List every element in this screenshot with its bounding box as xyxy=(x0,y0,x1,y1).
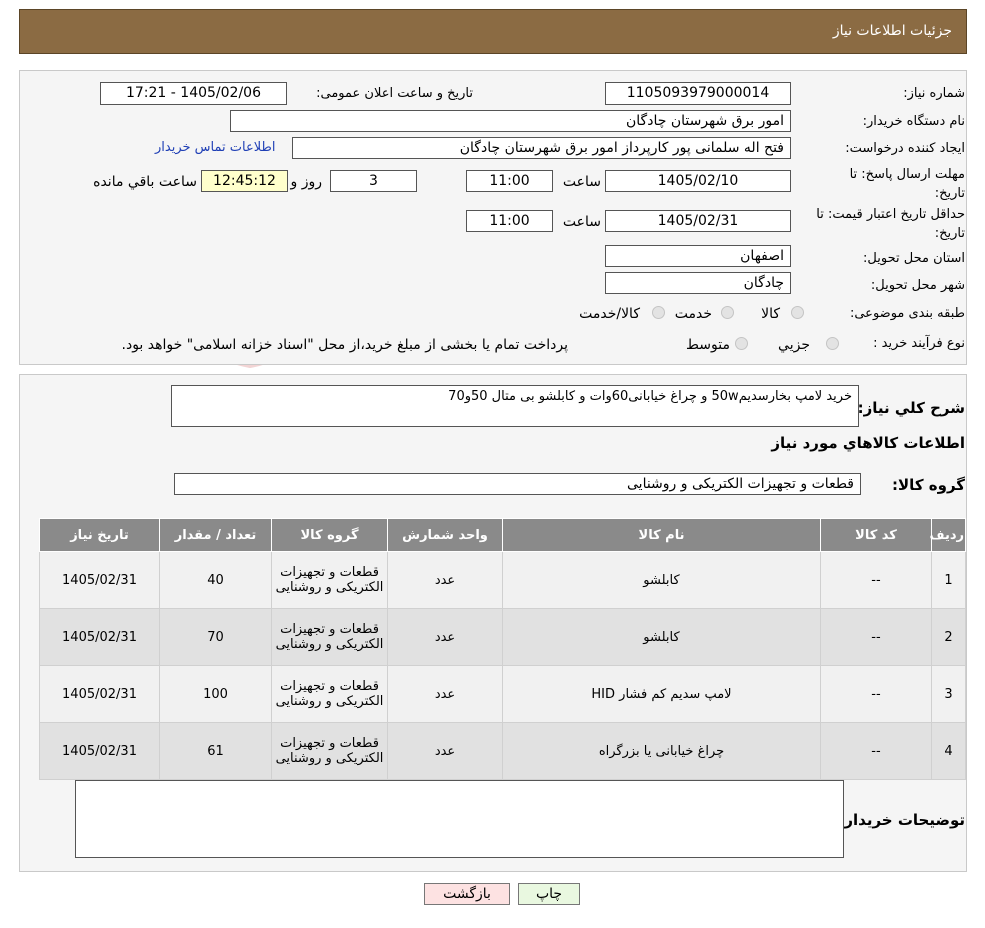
col-item-code: کد کالا xyxy=(820,518,932,552)
cell-need-date: 1405/02/31 xyxy=(39,551,160,609)
process-note: پرداخت تمام یا بخشی از مبلغ خرید،از محل … xyxy=(121,337,568,353)
province-label: استان محل تحویل: xyxy=(863,251,965,266)
validity-date-field: 1405/02/31 xyxy=(605,210,791,232)
table-row: 1 -- کابلشو عدد قطعات و تجهیزات الکتریکی… xyxy=(39,551,966,609)
announce-field: 1405/02/06 - 17:21 xyxy=(100,82,287,105)
cell-row-number: 2 xyxy=(931,608,966,666)
days-field: 3 xyxy=(330,170,417,192)
goods-section-title: اطلاعات کالاهاي مورد نياز xyxy=(771,434,965,452)
validity-label: حداقل تاریخ اعتبار قیمت: تا تاریخ: xyxy=(816,207,965,241)
category-option-goods: کالا xyxy=(761,306,780,322)
cell-row-number: 1 xyxy=(931,551,966,609)
buyer-notes-field[interactable] xyxy=(75,780,844,858)
description-field[interactable]: خرید لامپ بخارسدیم50w و چراغ خیابانی60وا… xyxy=(171,385,859,427)
col-unit: واحد شمارش xyxy=(387,518,503,552)
cell-item-name: چراغ خیابانی یا بزرگراه xyxy=(502,722,821,780)
need-number-label: شماره نیاز: xyxy=(903,86,965,101)
cell-item-name: کابلشو xyxy=(502,551,821,609)
table-row: 2 -- کابلشو عدد قطعات و تجهیزات الکتریکی… xyxy=(39,608,966,666)
goods-group-label: گروه کالا: xyxy=(892,476,965,494)
cell-unit: عدد xyxy=(387,608,503,666)
deadline-date-field: 1405/02/10 xyxy=(605,170,791,192)
cell-item-name: لامپ سدیم کم فشار HID xyxy=(502,665,821,723)
buyer-notes-label: توضیحات خریدار: xyxy=(838,811,965,829)
cell-need-date: 1405/02/31 xyxy=(39,608,160,666)
cell-quantity: 61 xyxy=(159,722,272,780)
cell-row-number: 4 xyxy=(931,722,966,780)
description-label: شرح کلي نياز: xyxy=(857,399,965,417)
cell-row-number: 3 xyxy=(931,665,966,723)
table-header-row: رديف کد کالا نام کالا واحد شمارش گروه کا… xyxy=(39,518,966,552)
buyer-org-label: نام دستگاه خریدار: xyxy=(862,114,965,129)
cell-need-date: 1405/02/31 xyxy=(39,665,160,723)
process-radio-medium[interactable] xyxy=(735,337,748,350)
validity-time-field: 11:00 xyxy=(466,210,553,232)
cell-item-code: -- xyxy=(820,608,932,666)
deadline-time-label: ساعت xyxy=(562,174,601,190)
goods-group-field: قطعات و تجهیزات الکتریکی و روشنایی xyxy=(174,473,861,495)
print-button[interactable]: چاپ xyxy=(518,883,580,905)
cell-unit: عدد xyxy=(387,722,503,780)
process-label: نوع فرآیند خرید : xyxy=(873,336,965,351)
creator-field: فتح اله سلمانی پور کارپرداز امور برق شهر… xyxy=(292,137,791,159)
cell-group: قطعات و تجهیزات الکتریکی و روشنایی xyxy=(271,608,388,666)
cell-item-code: -- xyxy=(820,722,932,780)
remaining-time-field: 12:45:12 xyxy=(201,170,288,192)
days-label: روز و xyxy=(290,174,323,190)
col-row-number: رديف xyxy=(929,518,966,552)
col-group: گروه کالا xyxy=(271,518,388,552)
deadline-time-field: 11:00 xyxy=(466,170,553,192)
col-item-name: نام کالا xyxy=(502,518,821,552)
category-option-goods-service: کالا/خدمت xyxy=(579,306,640,322)
category-label: طبقه بندی موضوعی: xyxy=(849,306,965,321)
buyer-contact-link[interactable]: اطلاعات تماس خریدار xyxy=(155,140,275,155)
cell-item-code: -- xyxy=(820,665,932,723)
category-radio-goods[interactable] xyxy=(791,306,804,319)
goods-table: رديف کد کالا نام کالا واحد شمارش گروه کا… xyxy=(39,518,966,780)
category-radio-goods-service[interactable] xyxy=(652,306,665,319)
cell-group: قطعات و تجهیزات الکتریکی و روشنایی xyxy=(271,551,388,609)
cell-unit: عدد xyxy=(387,551,503,609)
province-field: اصفهان xyxy=(605,245,791,267)
validity-time-label: ساعت xyxy=(562,214,601,230)
page-title: جزئیات اطلاعات نیاز xyxy=(832,23,952,39)
cell-group: قطعات و تجهیزات الکتریکی و روشنایی xyxy=(271,722,388,780)
remaining-label: ساعت باقي مانده xyxy=(93,174,197,190)
process-option-minor: جزیي xyxy=(778,337,810,353)
cell-item-code: -- xyxy=(820,551,932,609)
table-row: 4 -- چراغ خیابانی یا بزرگراه عدد قطعات و… xyxy=(39,722,966,780)
category-radio-service[interactable] xyxy=(721,306,734,319)
table-row: 3 -- لامپ سدیم کم فشار HID عدد قطعات و ت… xyxy=(39,665,966,723)
col-quantity: تعداد / مقدار xyxy=(159,518,272,552)
buyer-org-field: امور برق شهرستان چادگان xyxy=(230,110,791,132)
creator-label: ایجاد کننده درخواست: xyxy=(845,141,965,156)
process-option-medium: متوسط xyxy=(686,337,730,353)
cell-quantity: 40 xyxy=(159,551,272,609)
cell-item-name: کابلشو xyxy=(502,608,821,666)
cell-unit: عدد xyxy=(387,665,503,723)
city-field: چادگان xyxy=(605,272,791,294)
cell-group: قطعات و تجهیزات الکتریکی و روشنایی xyxy=(271,665,388,723)
process-radio-minor[interactable] xyxy=(826,337,839,350)
col-need-date: تاریخ نیاز xyxy=(39,518,160,552)
cell-need-date: 1405/02/31 xyxy=(39,722,160,780)
back-button[interactable]: بازگشت xyxy=(424,883,510,905)
cell-quantity: 100 xyxy=(159,665,272,723)
category-option-service: خدمت xyxy=(674,306,712,322)
cell-quantity: 70 xyxy=(159,608,272,666)
need-number-field: 1105093979000014 xyxy=(605,82,791,105)
deadline-label: مهلت ارسال پاسخ: تا تاریخ: xyxy=(849,167,965,201)
page-header: جزئیات اطلاعات نیاز xyxy=(19,9,967,54)
city-label: شهر محل تحویل: xyxy=(870,278,965,293)
announce-label: تاریخ و ساعت اعلان عمومی: xyxy=(316,86,473,101)
